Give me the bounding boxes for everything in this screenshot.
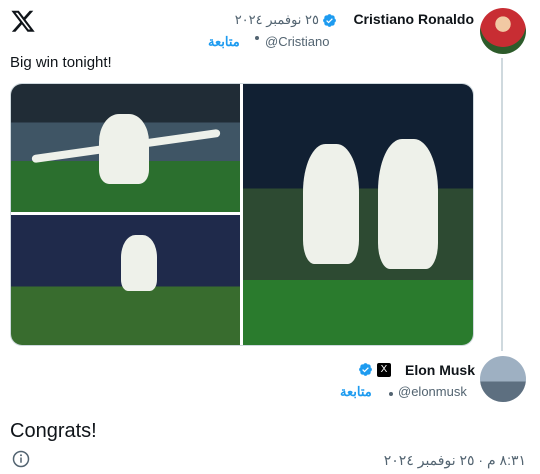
info-icon[interactable]: [12, 450, 30, 468]
player-figure: [121, 235, 157, 291]
author-name[interactable]: Cristiano Ronaldo: [353, 11, 474, 27]
avatar-cristiano[interactable]: [480, 8, 526, 54]
player-figure: [378, 139, 438, 269]
avatar-elon[interactable]: [480, 356, 526, 402]
reply-text: Congrats!: [10, 420, 97, 442]
reply-author-row: Elon Musk: [390, 362, 475, 380]
separator-dot: [255, 36, 259, 40]
verified-badge-icon: [359, 363, 372, 376]
reply-timestamp[interactable]: ٨:٣١ م · ٢٥ نوفمبر ٢٠٢٤: [338, 452, 526, 469]
media-grid[interactable]: [10, 83, 474, 346]
x-logo-icon[interactable]: [10, 8, 36, 34]
verified-badge-icon: [323, 14, 336, 27]
x-affiliate-badge-icon: X: [377, 363, 391, 377]
author-name-row: Cristiano Ronaldo: [336, 11, 474, 29]
photo-1[interactable]: [11, 84, 240, 212]
author-handle[interactable]: @Cristiano: [265, 34, 330, 49]
photo-2[interactable]: [11, 215, 240, 345]
tweet-date[interactable]: ٢٥ نوفمبر ٢٠٢٤: [204, 12, 319, 28]
tweet-text: Big win tonight!: [10, 54, 112, 71]
reply-author-handle[interactable]: @elonmusk: [398, 384, 467, 399]
reply-author-name[interactable]: Elon Musk: [405, 362, 475, 378]
follow-button-elon[interactable]: متابعة: [340, 384, 372, 400]
thread-connector-line: [501, 58, 503, 351]
follow-button-cristiano[interactable]: متابعة: [208, 34, 240, 50]
photo-3[interactable]: [243, 84, 473, 345]
separator-dot: [389, 392, 393, 396]
player-figure: [303, 144, 359, 264]
